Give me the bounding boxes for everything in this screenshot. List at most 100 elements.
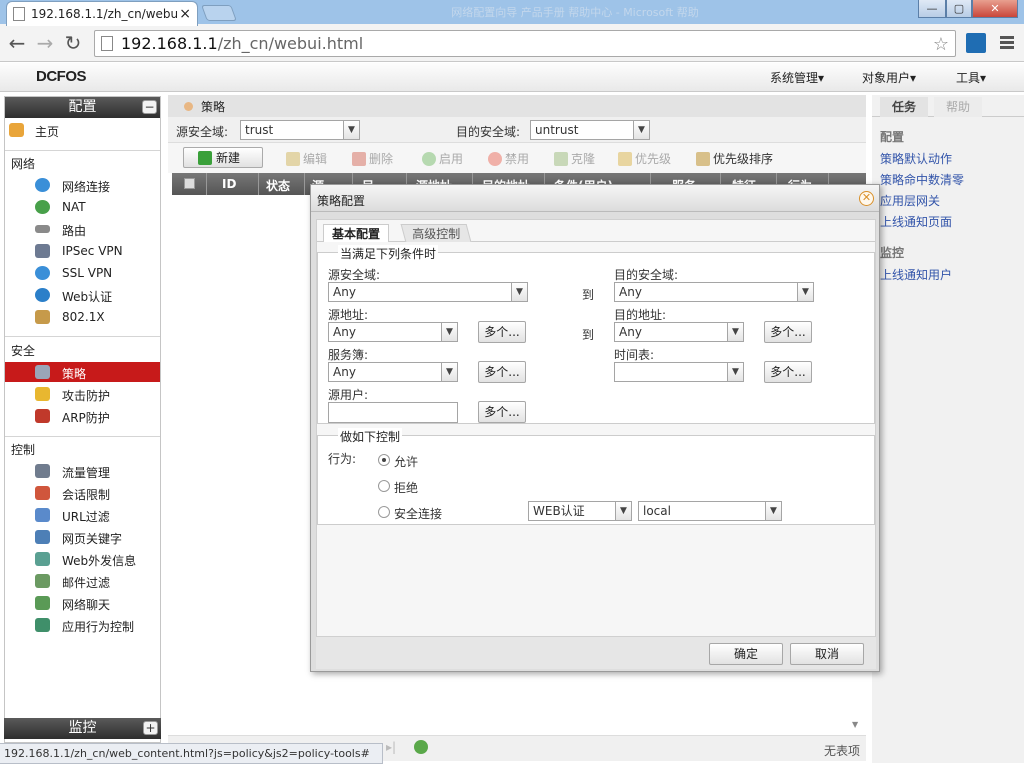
ok-button[interactable]: 确定	[709, 643, 783, 665]
dialog-close-icon[interactable]: ✕	[859, 191, 874, 206]
tab-basic-config[interactable]: 基本配置	[323, 224, 390, 242]
dst-addr-select[interactable]: Any ▼	[614, 322, 744, 342]
link-online-notice-page[interactable]: 上线通知页面	[880, 213, 952, 230]
sidebar-item-nat[interactable]: NAT	[5, 197, 160, 217]
auth-type-value: WEB认证	[533, 504, 585, 518]
tab-close-icon[interactable]: ×	[179, 6, 191, 22]
sidebar-item-ipsec-vpn[interactable]: IPSec VPN	[5, 241, 160, 261]
address-bar[interactable]: 192.168.1.1/zh_cn/webui.html ☆	[94, 30, 956, 57]
sidebar-item-label: 主页	[35, 125, 60, 139]
tab-advanced-control[interactable]: 高级控制	[400, 224, 472, 242]
sidebar-item-session-limit[interactable]: 会话限制	[5, 483, 160, 503]
expand-icon[interactable]: +	[143, 721, 158, 735]
reload-icon[interactable]: ↻	[62, 32, 84, 54]
dst-zone-select[interactable]: untrust ▼	[530, 120, 650, 140]
radio-secure-connection[interactable]	[378, 506, 390, 518]
forward-icon[interactable]: →	[34, 32, 56, 54]
auth-type-select[interactable]: WEB认证 ▼	[528, 501, 632, 521]
dst-addr-multi-button[interactable]: 多个...	[764, 321, 812, 343]
sidebar-item-net-chat[interactable]: 网络聊天	[5, 593, 160, 613]
sidebar-item-web-auth[interactable]: Web认证	[5, 285, 160, 305]
src-addr-multi-button[interactable]: 多个...	[478, 321, 526, 343]
sidebar-item-url-filter[interactable]: URL过滤	[5, 505, 160, 525]
task-config-heading: 配置	[880, 130, 905, 144]
edit-button[interactable]: 编辑	[286, 150, 327, 167]
sort-icon	[696, 151, 710, 166]
globe-icon	[35, 178, 50, 192]
service-select[interactable]: Any ▼	[328, 362, 458, 382]
window-close-icon[interactable]: ✕	[972, 0, 1018, 18]
outbound-icon	[35, 552, 50, 566]
cancel-button[interactable]: 取消	[790, 643, 864, 665]
auth-server-select[interactable]: local ▼	[638, 501, 782, 521]
sidebar-item-web-outbound[interactable]: Web外发信息	[5, 549, 160, 569]
menu-system-admin[interactable]: 系统管理▾	[770, 69, 824, 86]
link-online-notice-users[interactable]: 上线通知用户	[880, 266, 952, 283]
priority-sort-button[interactable]: 优先级排序	[696, 150, 773, 167]
policy-config-dialog: 策略配置 ✕ 基本配置 高级控制 当满足下列条件时 源安全域: Any ▼ 到 目…	[310, 184, 880, 672]
browser-menu-icon[interactable]	[1000, 36, 1014, 51]
radio-deny[interactable]	[378, 480, 390, 492]
priority-button[interactable]: 优先级	[618, 150, 671, 167]
src-addr-value: Any	[333, 325, 356, 339]
sidebar-item-label: 邮件过滤	[62, 576, 111, 590]
last-page-icon[interactable]: ▸|	[386, 740, 396, 754]
delete-button[interactable]: 删除	[352, 150, 393, 167]
extension-icon[interactable]	[966, 33, 986, 53]
minimize-icon[interactable]: —	[918, 0, 946, 18]
sidebar-item-ssl-vpn[interactable]: SSL VPN	[5, 263, 160, 283]
link-app-gateway[interactable]: 应用层网关	[880, 192, 940, 209]
col-status[interactable]: 状态	[266, 177, 290, 194]
sidebar-item-home[interactable]: 主页	[5, 120, 160, 140]
tab-help[interactable]: 帮助	[934, 97, 983, 117]
zone-filter-bar: 源安全域: trust ▼ 目的安全域: untrust ▼	[168, 117, 866, 143]
vpn-icon	[35, 244, 50, 258]
new-tab-button[interactable]	[201, 5, 237, 21]
monitor-panel-header[interactable]: 监控 +	[4, 718, 161, 739]
tab-tasks[interactable]: 任务	[880, 97, 929, 117]
menu-object-user[interactable]: 对象用户▾	[862, 69, 916, 86]
config-panel-header[interactable]: 配置 −	[5, 97, 160, 118]
link-policy-default-action[interactable]: 策略默认动作	[880, 150, 952, 167]
sidebar-item-8021x[interactable]: 802.1X	[5, 307, 160, 327]
col-id[interactable]: ID	[222, 177, 236, 191]
sidebar-item-policy[interactable]: 策略	[5, 362, 160, 382]
src-user-input[interactable]	[328, 402, 458, 423]
disable-button[interactable]: 禁用	[488, 150, 529, 167]
clone-button[interactable]: 克隆	[554, 150, 595, 167]
maximize-icon[interactable]: ▢	[946, 0, 972, 18]
sidebar-item-traffic-mgmt[interactable]: 流量管理	[5, 461, 160, 481]
sidebar-item-label: 网页关键字	[62, 532, 123, 546]
dialog-header[interactable]: 策略配置 ✕	[311, 185, 879, 212]
back-icon[interactable]: ←	[6, 32, 28, 54]
dlg-src-zone-select[interactable]: Any ▼	[328, 282, 528, 302]
app-logo: DCFOS	[36, 68, 87, 85]
menu-tools[interactable]: 工具▾	[956, 69, 986, 86]
src-addr-select[interactable]: Any ▼	[328, 322, 458, 342]
sidebar-item-route[interactable]: 路由	[5, 219, 160, 239]
sidebar-item-mail-filter[interactable]: 邮件过滤	[5, 571, 160, 591]
service-multi-button[interactable]: 多个...	[478, 361, 526, 383]
disable-label: 禁用	[505, 152, 530, 166]
link-clear-hit-count[interactable]: 策略命中数清零	[880, 171, 964, 188]
scroll-down-icon[interactable]: ▼	[852, 720, 858, 729]
schedule-select[interactable]: ▼	[614, 362, 744, 382]
sidebar-item-network-connection[interactable]: 网络连接	[5, 175, 160, 195]
new-button[interactable]: 新建	[183, 147, 263, 168]
clone-label: 克隆	[571, 152, 596, 166]
radio-permit[interactable]	[378, 454, 390, 466]
sidebar-item-arp-defense[interactable]: ARP防护	[5, 406, 160, 426]
dlg-dst-zone-select[interactable]: Any ▼	[614, 282, 814, 302]
sidebar-item-web-keyword[interactable]: 网页关键字	[5, 527, 160, 547]
src-zone-select[interactable]: trust ▼	[240, 120, 360, 140]
src-user-multi-button[interactable]: 多个...	[478, 401, 526, 423]
browser-tab[interactable]: 192.168.1.1/zh_cn/webu ×	[6, 1, 198, 26]
enable-button[interactable]: 启用	[422, 150, 463, 167]
collapse-icon[interactable]: −	[142, 100, 157, 114]
select-all-checkbox[interactable]	[184, 178, 195, 189]
refresh-icon[interactable]	[414, 740, 428, 754]
schedule-multi-button[interactable]: 多个...	[764, 361, 812, 383]
sidebar-item-attack-defense[interactable]: 攻击防护	[5, 384, 160, 404]
sidebar-item-app-behavior[interactable]: 应用行为控制	[5, 615, 160, 635]
bookmark-star-icon[interactable]: ☆	[933, 34, 949, 55]
